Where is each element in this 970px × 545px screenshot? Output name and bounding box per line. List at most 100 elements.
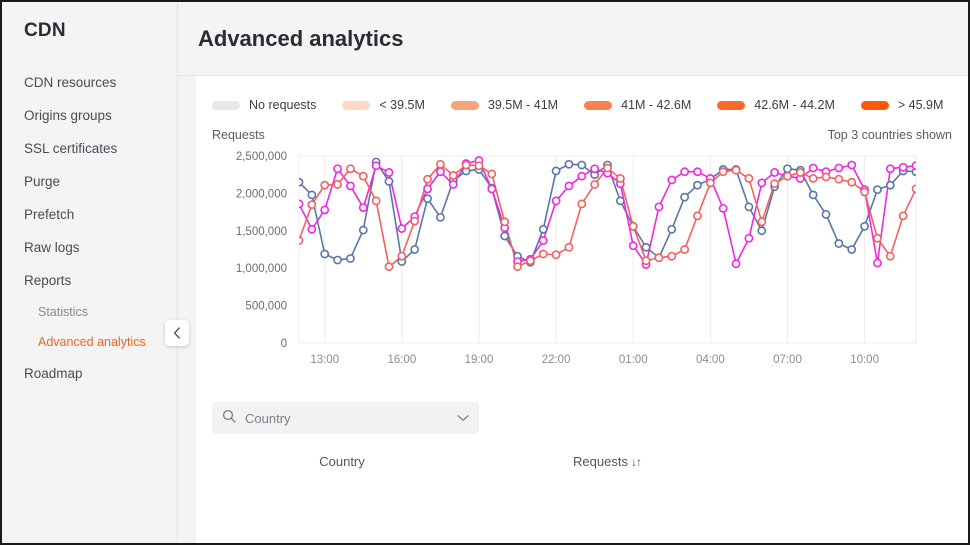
sidebar-item-reports[interactable]: Reports <box>2 264 177 297</box>
chart-point <box>654 202 664 212</box>
chart-point <box>384 177 394 186</box>
sidebar-item-roadmap[interactable]: Roadmap <box>2 357 177 390</box>
country-search-placeholder: Country <box>245 410 291 426</box>
chart-point <box>680 192 690 202</box>
brand-title: CDN <box>24 20 66 41</box>
chart-point <box>358 225 368 235</box>
country-search-input[interactable]: Country <box>212 402 479 434</box>
chart-point <box>307 224 317 234</box>
chart-point <box>731 165 741 175</box>
legend-item: > 45.9M <box>860 98 943 112</box>
sidebar-item-raw-logs[interactable]: Raw logs <box>2 231 177 264</box>
chart-point <box>705 178 715 188</box>
chart-point <box>299 177 304 187</box>
legend-label: 39.5M - 41M <box>487 98 559 112</box>
chart-point <box>423 174 432 184</box>
chart-point <box>834 174 844 184</box>
requests-line-chart: 0 500,000 1,000,000 1,500,000 2,000,000 2,500… <box>196 150 968 390</box>
chart-point <box>873 258 882 268</box>
x-axis-tick-label: 22:00 <box>542 354 571 366</box>
legend-label: No requests <box>249 98 317 112</box>
chart-legend: No requests < 39.5M 39.5M - 41M 41M - 42.6M… <box>196 92 968 112</box>
main-area: Advanced analytics No requests < 39.5M 39.… <box>178 2 968 543</box>
country-search-row: Country <box>196 390 968 434</box>
chart-point <box>577 160 587 170</box>
sidebar-item-advanced-analytics[interactable]: Advanced analytics <box>2 327 177 357</box>
chart-point <box>307 190 317 200</box>
app-window: CDN CDN resources Origins groups SSL certi… <box>0 0 970 545</box>
chart-point <box>808 163 818 173</box>
chart-point <box>744 233 754 243</box>
chart-point <box>346 181 355 191</box>
chart-point <box>770 179 779 189</box>
chart-point <box>860 221 869 231</box>
x-axis-tick-label: 13:00 <box>310 354 339 366</box>
column-header-requests[interactable]: Requests ↓↑ <box>472 454 742 469</box>
chart-point <box>551 166 561 176</box>
chart-y-axis-title: Requests <box>212 128 265 142</box>
chart-point <box>885 251 895 261</box>
chart-point <box>435 167 445 177</box>
chart-point <box>667 251 677 261</box>
chart-point <box>551 196 561 206</box>
chart-point <box>538 249 548 259</box>
legend-swatch <box>860 100 889 110</box>
x-axis-tick-label: 01:00 <box>619 354 648 366</box>
sidebar-item-prefetch[interactable]: Prefetch <box>2 198 177 231</box>
chart-point <box>847 245 857 254</box>
chart-point <box>693 167 702 177</box>
chart-point <box>667 175 677 185</box>
chart-point <box>487 169 497 179</box>
chart-point <box>423 194 432 204</box>
chart-point <box>757 226 767 236</box>
sidebar-item-purge[interactable]: Purge <box>2 165 177 198</box>
legend-swatch <box>450 100 479 110</box>
chart-point <box>885 164 895 174</box>
chart-point <box>847 160 857 170</box>
chart-point <box>898 211 908 221</box>
chart-point <box>410 245 420 254</box>
legend-item: 39.5M - 41M <box>450 98 559 112</box>
chart-point <box>564 181 574 191</box>
content-area: No requests < 39.5M 39.5M - 41M 41M - 42.6M… <box>178 76 968 543</box>
chart-point <box>423 184 432 194</box>
chart-point <box>603 163 612 173</box>
chart-point <box>693 180 702 190</box>
chart-point <box>564 159 574 169</box>
chart-point <box>590 180 600 189</box>
chart-point <box>397 251 407 261</box>
chart-point <box>435 212 445 222</box>
chart-subhead: Requests Top 3 countries shown <box>196 112 968 142</box>
chart-point <box>384 262 394 272</box>
chart-point <box>834 163 844 173</box>
legend-swatch <box>212 100 240 110</box>
sidebar-item-origins-groups[interactable]: Origins groups <box>2 99 177 132</box>
x-axis-tick-label: 07:00 <box>773 354 802 366</box>
sidebar-item-cdn-resources[interactable]: CDN resources <box>2 66 177 99</box>
legend-item: 42.6M - 44.2M <box>717 98 835 112</box>
sort-toggle-icon: ↓↑ <box>630 454 642 469</box>
chart-point <box>693 211 702 221</box>
chart-point <box>757 178 767 188</box>
sidebar-nav: CDN resources Origins groups SSL certifica… <box>2 66 177 390</box>
chart-point <box>615 174 625 183</box>
chart-point <box>821 209 831 219</box>
chart-point <box>783 164 792 174</box>
sidebar: CDN CDN resources Origins groups SSL certi… <box>2 2 189 543</box>
page-header: Advanced analytics <box>178 2 968 76</box>
column-header-country: Country <box>319 454 365 469</box>
chart-point <box>448 171 458 180</box>
sidebar-item-statistics[interactable]: Statistics <box>2 297 177 327</box>
sidebar-collapse-button[interactable] <box>165 320 189 346</box>
chart-point <box>770 168 779 177</box>
chart-point <box>654 253 664 263</box>
chart-point <box>551 250 561 260</box>
chart-point <box>731 259 741 269</box>
chart-point <box>744 174 754 183</box>
legend-swatch <box>342 100 371 110</box>
chart-point <box>590 164 600 174</box>
chart-point <box>821 172 831 182</box>
x-axis-tick-label: 04:00 <box>696 354 725 366</box>
chevron-down-icon[interactable] <box>457 414 469 422</box>
sidebar-item-ssl-certificates[interactable]: SSL certificates <box>2 132 177 165</box>
